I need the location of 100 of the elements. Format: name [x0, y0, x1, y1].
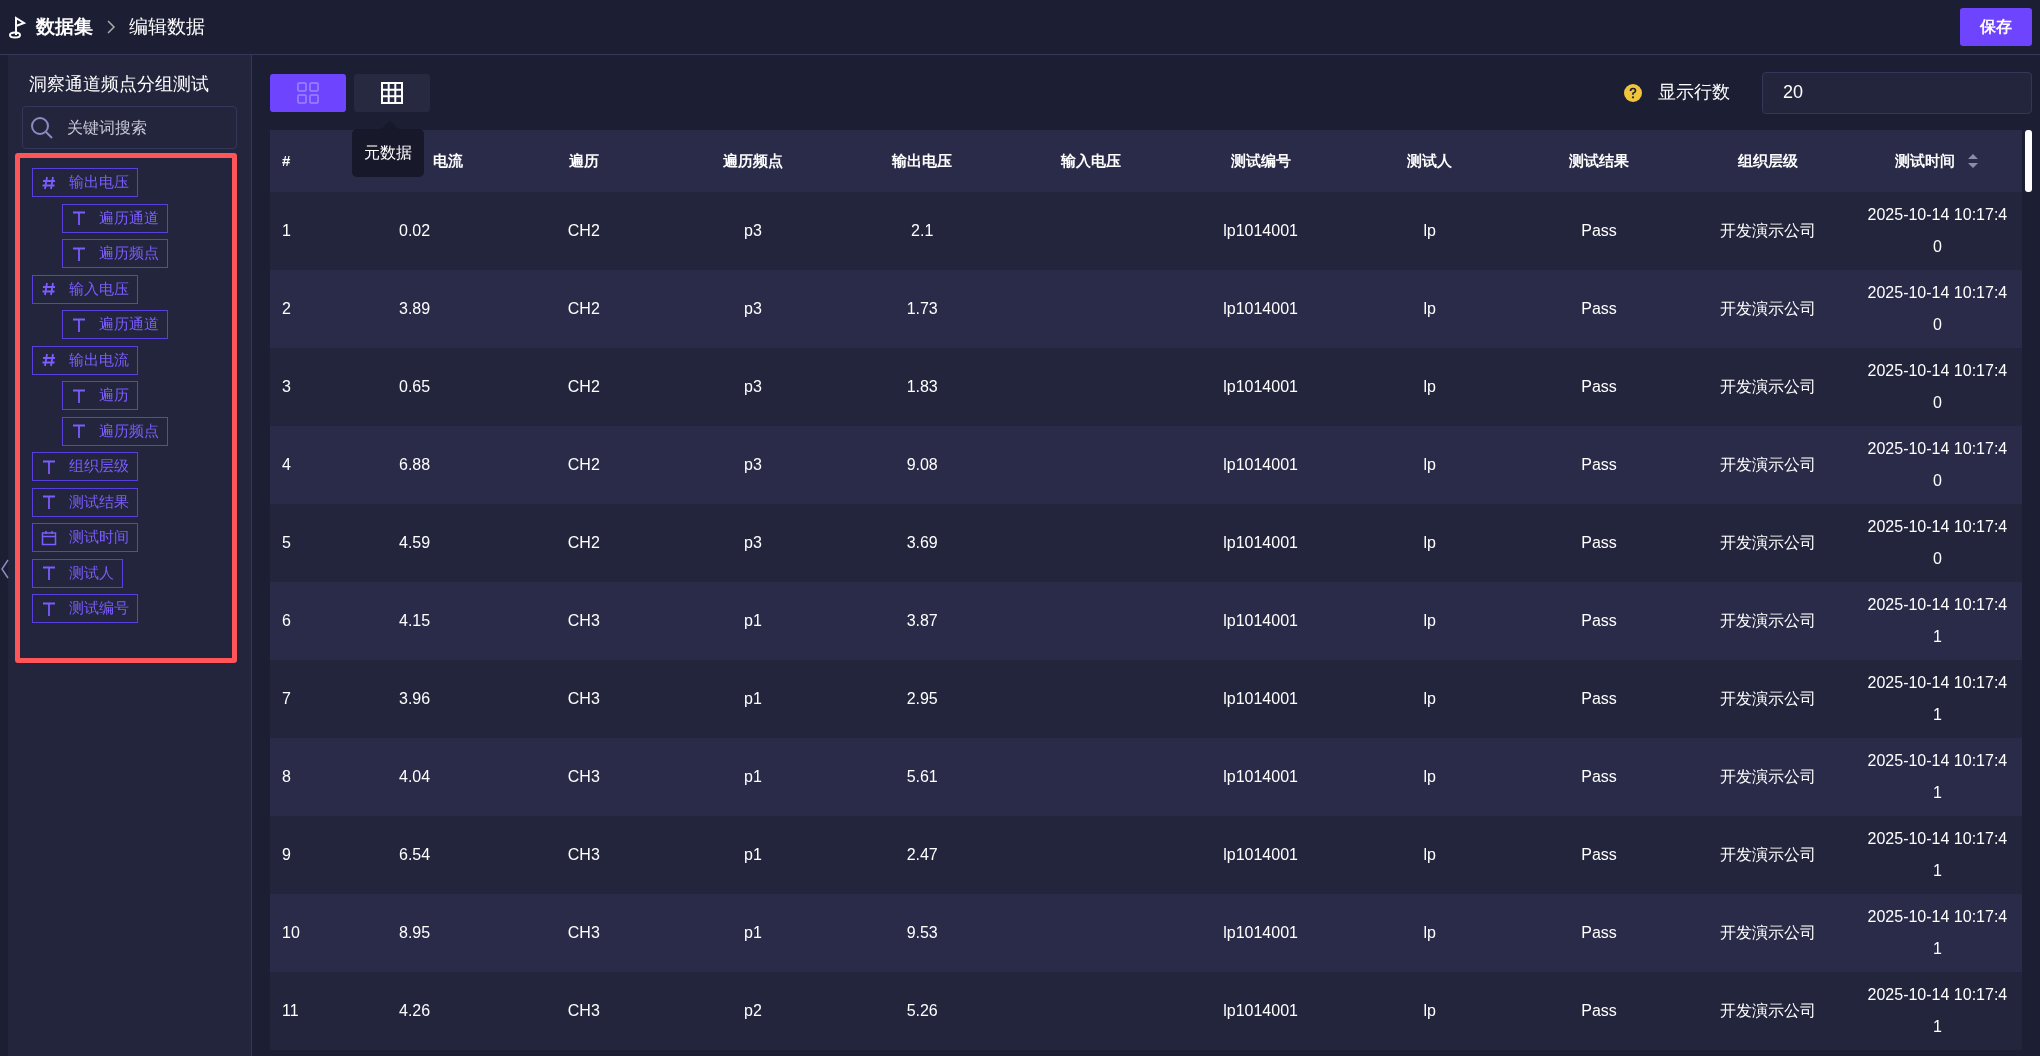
table-cell-text: 开发演示公司 — [1720, 923, 1817, 943]
table-cell-text: CH3 — [567, 845, 600, 865]
table-cell: 5 — [282, 534, 291, 551]
table-cell-text: 2025-10-14 10:17:41 — [1867, 751, 2008, 803]
table-cell-text: lp — [1423, 455, 1436, 475]
table-cell-text: 2025-10-14 10:17:41 — [1867, 673, 2008, 725]
save-button[interactable]: 保存 — [1960, 8, 2032, 46]
column-header: # — [282, 151, 291, 169]
table-cell-text: Pass — [1581, 923, 1617, 943]
table-cell-text: p1 — [744, 611, 762, 631]
table-cell-text: Pass — [1581, 767, 1617, 787]
table-cell-text: 6.54 — [399, 845, 431, 865]
table-cell-text: p3 — [744, 377, 762, 397]
table-cell-text: Pass — [1581, 455, 1617, 475]
table-cell: 9 — [282, 846, 291, 863]
table-cell-text: 9.08 — [906, 455, 938, 475]
table-cell-text: 3.89 — [399, 299, 431, 319]
view-toggle-button[interactable] — [354, 73, 430, 112]
text-type-icon — [41, 458, 57, 475]
table-cell-text: lp — [1423, 221, 1436, 241]
table-cell-text: 2025-10-14 10:17:41 — [1867, 907, 2008, 959]
table-cell-text: lp — [1423, 611, 1436, 631]
column-header: 输出电压 — [892, 150, 953, 171]
text-type-icon — [41, 565, 57, 581]
sort-icon[interactable] — [1967, 152, 1980, 170]
field-tag[interactable]: 输出电压 — [32, 168, 138, 197]
table-cell-text: 开发演示公司 — [1720, 845, 1817, 865]
table-cell-text: lp — [1423, 299, 1436, 319]
table-cell-text: lp — [1423, 767, 1436, 787]
table-icon — [380, 80, 404, 105]
table-cell-text: p3 — [744, 221, 762, 241]
view-toggle-button[interactable] — [270, 73, 346, 112]
table-cell-text: 4.59 — [399, 533, 431, 553]
table-cell-text: CH3 — [567, 611, 600, 631]
table-cell-text: 开发演示公司 — [1720, 377, 1817, 397]
field-tag[interactable]: 测试编号 — [32, 594, 138, 623]
collapse-handle-icon[interactable] — [0, 558, 10, 580]
column-header: 测试编号 — [1230, 150, 1291, 171]
table-cell-text: 5.61 — [906, 767, 938, 787]
field-tag[interactable]: 输入电压 — [32, 274, 138, 304]
text-type-icon — [71, 316, 87, 333]
text-type-icon — [41, 600, 57, 617]
field-tag[interactable]: 测试人 — [32, 558, 123, 588]
hash-icon — [41, 352, 57, 368]
field-tag[interactable]: 遍历 — [62, 381, 138, 410]
table-cell-text: p1 — [744, 689, 762, 709]
table-cell-text: lp1014001 — [1223, 221, 1298, 241]
table-cell-text: 2.95 — [906, 689, 938, 709]
table-cell-text: 开发演示公司 — [1720, 767, 1817, 787]
table-cell-text: CH2 — [567, 299, 600, 319]
field-tag[interactable]: 测试结果 — [32, 487, 138, 517]
table-cell-text: 8.95 — [399, 923, 431, 943]
table-cell-text: CH2 — [567, 533, 600, 553]
text-type-icon — [71, 210, 87, 226]
search-field[interactable]: 关键词搜索 — [22, 106, 237, 149]
table-cell-text: 2025-10-14 10:17:41 — [1867, 829, 2008, 881]
table-cell-text: 开发演示公司 — [1720, 533, 1817, 553]
table-cell-text: 9.53 — [906, 923, 938, 943]
table-cell-text: Pass — [1581, 689, 1617, 709]
table-cell-text: 2025-10-14 10:17:40 — [1867, 439, 2008, 491]
column-header: 遍历 — [568, 150, 599, 171]
column-header[interactable]: 测试时间 — [1895, 149, 1956, 173]
table-cell-text: CH3 — [567, 689, 600, 709]
field-tag[interactable]: 遍历频点 — [62, 239, 168, 268]
column-header: 测试人 — [1407, 150, 1453, 171]
table-cell-text: p1 — [744, 845, 762, 865]
column-header: 输入电压 — [1061, 150, 1122, 171]
field-tag[interactable]: 组织层级 — [32, 452, 138, 481]
field-tag[interactable]: 遍历通道 — [62, 203, 168, 233]
text-type-icon — [71, 387, 87, 404]
table-cell-text: Pass — [1581, 845, 1617, 865]
table-cell-text: 开发演示公司 — [1720, 689, 1817, 709]
scrollbar-thumb[interactable] — [2025, 130, 2032, 192]
field-tag[interactable]: 遍历频点 — [62, 416, 168, 446]
table-cell-text: 2025-10-14 10:17:40 — [1867, 283, 2008, 335]
table-cell-text: 4.15 — [399, 611, 431, 631]
search-icon — [30, 116, 54, 140]
table-cell-text: 开发演示公司 — [1720, 611, 1817, 631]
field-tag[interactable]: 输出电流 — [32, 345, 138, 375]
table-cell-text: 开发演示公司 — [1720, 221, 1817, 241]
table-cell-text: Pass — [1581, 611, 1617, 631]
grid-icon — [296, 80, 320, 105]
calendar-icon — [41, 529, 57, 546]
help-icon[interactable] — [1624, 83, 1642, 102]
rows-count-field[interactable]: 20 — [1762, 71, 2032, 114]
table-cell-text: p1 — [744, 923, 762, 943]
table-cell-text: 0.65 — [399, 377, 431, 397]
table-cell-text: Pass — [1581, 377, 1617, 397]
table-cell-text: CH3 — [567, 1001, 600, 1021]
table-cell-text: 6.88 — [399, 455, 431, 475]
table-cell-text: p3 — [744, 533, 762, 553]
field-tag[interactable]: 遍历通道 — [62, 310, 168, 339]
table-cell-text: 2.47 — [906, 845, 938, 865]
breadcrumb-link[interactable]: 数据集 — [36, 12, 93, 42]
text-type-icon — [71, 245, 87, 262]
dataset-title: 洞察通道频点分组测试 — [28, 73, 210, 96]
table-cell-text: lp — [1423, 689, 1436, 709]
table-cell-text: 2025-10-14 10:17:41 — [1867, 985, 2008, 1037]
field-tag[interactable]: 测试时间 — [32, 523, 138, 552]
table-cell-text: p2 — [744, 1001, 762, 1021]
